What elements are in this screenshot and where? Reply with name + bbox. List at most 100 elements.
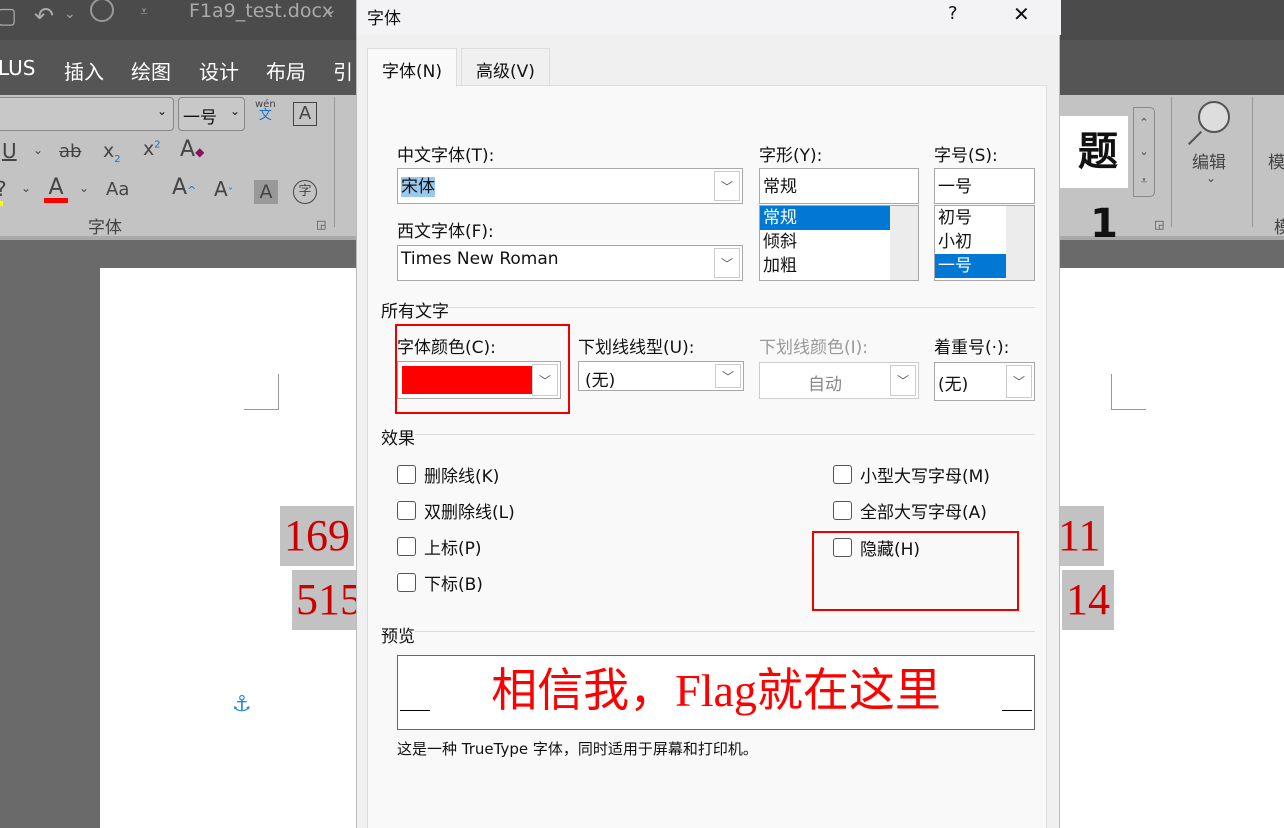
document-text[interactable]: 169: [280, 506, 354, 566]
font-color-dropdown-icon[interactable]: ⌄: [79, 181, 89, 195]
checkbox-icon[interactable]: [397, 573, 416, 592]
checkbox-icon[interactable]: [833, 501, 852, 520]
annotation-highlight: [812, 531, 1019, 611]
document-text[interactable]: 11: [1058, 506, 1105, 566]
undo-icon[interactable]: ↶: [34, 2, 54, 30]
style-heading1[interactable]: 题 1: [1050, 116, 1128, 247]
styles-launcher-icon[interactable]: ◲: [1154, 218, 1164, 231]
close-button[interactable]: ✕: [1013, 2, 1030, 26]
menu-tab-draw[interactable]: 绘图: [131, 56, 171, 85]
font-group-label: 字体: [88, 218, 122, 238]
font-style-label: 字形(Y):: [759, 146, 823, 166]
strikethrough-checkbox[interactable]: 删除线(K): [397, 462, 499, 487]
small-caps-checkbox[interactable]: 小型大写字母(M): [833, 462, 990, 487]
checkbox-icon[interactable]: [397, 501, 416, 520]
dialog-title: 字体: [367, 9, 401, 29]
divider: [1171, 97, 1172, 227]
emphasis-mark-combo[interactable]: (无) ﹀: [934, 362, 1035, 401]
subscript-icon[interactable]: x2: [103, 140, 121, 165]
enclose-characters-icon[interactable]: 字: [293, 180, 317, 204]
clear-formatting-icon[interactable]: A◆: [180, 137, 204, 162]
superscript-checkbox[interactable]: 上标(P): [397, 534, 482, 559]
styles-scroll[interactable]: ⌃ ⌄ ⩡: [1133, 107, 1155, 197]
effects-section: 效果: [381, 429, 415, 449]
checkbox-label: 上标(P): [424, 539, 482, 559]
font-size-value: 一号: [938, 177, 972, 197]
western-font-label: 西文字体(F):: [397, 222, 494, 242]
emphasis-mark-label: 着重号(·):: [934, 338, 1010, 358]
underline-color-label: 下划线颜色(I):: [759, 338, 869, 358]
dialog-launcher-icon[interactable]: ◲: [316, 218, 326, 231]
menu-tab-references[interactable]: 引: [333, 56, 353, 85]
tab-font[interactable]: 字体(N): [367, 48, 457, 87]
anchor-icon[interactable]: ⚓: [232, 692, 252, 717]
help-button[interactable]: ?: [948, 3, 958, 24]
chevron-down-icon[interactable]: ﹀: [714, 248, 740, 278]
underline-icon[interactable]: U: [2, 139, 17, 163]
chinese-font-combo[interactable]: 宋体 ﹀: [397, 168, 743, 204]
font-size-list[interactable]: 初号 小初 一号: [934, 205, 1035, 281]
margin-corner: [1111, 374, 1146, 410]
font-size-input[interactable]: 一号: [934, 168, 1035, 204]
menu-tab-design[interactable]: 设计: [199, 56, 239, 85]
save-icon[interactable]: ▢: [0, 4, 17, 29]
chinese-font-value: 宋体: [401, 177, 435, 197]
checkbox-label: 删除线(K): [424, 467, 500, 487]
strikethrough-icon[interactable]: ab: [59, 141, 81, 162]
checkbox-icon[interactable]: [397, 465, 416, 484]
checkbox-icon[interactable]: [397, 537, 416, 556]
highlight-icon[interactable]: ?: [0, 177, 7, 206]
chevron-down-icon[interactable]: ﹀: [1006, 365, 1032, 398]
list-item[interactable]: 一号: [935, 254, 1006, 278]
character-shading-icon[interactable]: A: [254, 180, 278, 204]
shrink-font-icon[interactable]: Aˇ: [214, 177, 233, 201]
document-filename[interactable]: F1a9_test.docx: [189, 0, 333, 22]
font-style-list[interactable]: 常规 倾斜 加粗: [759, 205, 919, 281]
templates-group-label: 模: [1274, 218, 1284, 238]
checkbox-label: 下标(B): [424, 575, 483, 595]
scrollbar[interactable]: [890, 206, 918, 280]
font-style-input[interactable]: 常规: [759, 168, 919, 204]
divider: [1252, 97, 1253, 227]
redo-icon[interactable]: [90, 0, 114, 22]
menu-tab-insert[interactable]: 插入: [64, 56, 104, 85]
checkbox-label: 双删除线(L): [424, 503, 515, 523]
margin-corner: [244, 374, 279, 410]
checkbox-icon[interactable]: [833, 465, 852, 484]
western-font-combo[interactable]: Times New Roman ﹀: [397, 245, 743, 281]
tab-advanced[interactable]: 高级(V): [461, 48, 550, 86]
all-text-section: 所有文字: [381, 302, 449, 322]
chevron-down-icon[interactable]: ⌄: [325, 2, 337, 18]
chevron-down-icon[interactable]: ﹀: [715, 364, 741, 388]
preview-box: 相信我，Flag就在这里: [397, 655, 1035, 730]
document-text[interactable]: 515: [292, 570, 366, 630]
undo-dropdown-icon[interactable]: ⌄: [64, 6, 76, 22]
double-strikethrough-checkbox[interactable]: 双删除线(L): [397, 498, 515, 523]
menu-tab-layout[interactable]: 布局: [266, 56, 306, 85]
change-case-icon[interactable]: Aa: [106, 179, 129, 200]
scrollbar[interactable]: [1006, 206, 1034, 280]
underline-dropdown-icon[interactable]: ⌄: [33, 143, 43, 157]
subscript-checkbox[interactable]: 下标(B): [397, 570, 483, 595]
superscript-icon[interactable]: x2: [143, 138, 161, 160]
phonetic-guide-icon[interactable]: wén 文: [255, 99, 276, 122]
font-size-combo[interactable]: 一号 ⌄: [178, 97, 245, 131]
font-dialog: 字体 ? ✕ 字体(N) 高级(V) 中文字体(T): 宋体 ﹀ 西文字体(F):…: [356, 0, 1061, 828]
grow-font-icon[interactable]: A^: [172, 175, 196, 200]
underline-style-label: 下划线线型(U):: [578, 338, 695, 358]
font-color-icon[interactable]: A: [44, 175, 68, 203]
menu-tab-plus[interactable]: LUS: [0, 56, 35, 80]
font-size-value: 一号: [183, 108, 217, 128]
underline-style-combo[interactable]: (无) ﹀: [578, 361, 744, 391]
templates-label[interactable]: 模: [1268, 148, 1284, 173]
list-item[interactable]: 常规: [760, 206, 891, 230]
customize-icon[interactable]: ⩡: [140, 4, 148, 20]
document-text[interactable]: 14: [1062, 570, 1114, 630]
font-name-combo[interactable]: ⌄: [0, 97, 174, 131]
character-border-icon[interactable]: A: [293, 102, 317, 126]
chevron-down-icon[interactable]: ﹀: [714, 171, 740, 201]
emphasis-mark-value: (无): [938, 375, 969, 395]
highlight-dropdown-icon[interactable]: ⌄: [21, 181, 31, 195]
all-caps-checkbox[interactable]: 全部大写字母(A): [833, 498, 987, 523]
preview-note: 这是一种 TrueType 字体，同时适用于屏幕和打印机。: [397, 740, 758, 758]
